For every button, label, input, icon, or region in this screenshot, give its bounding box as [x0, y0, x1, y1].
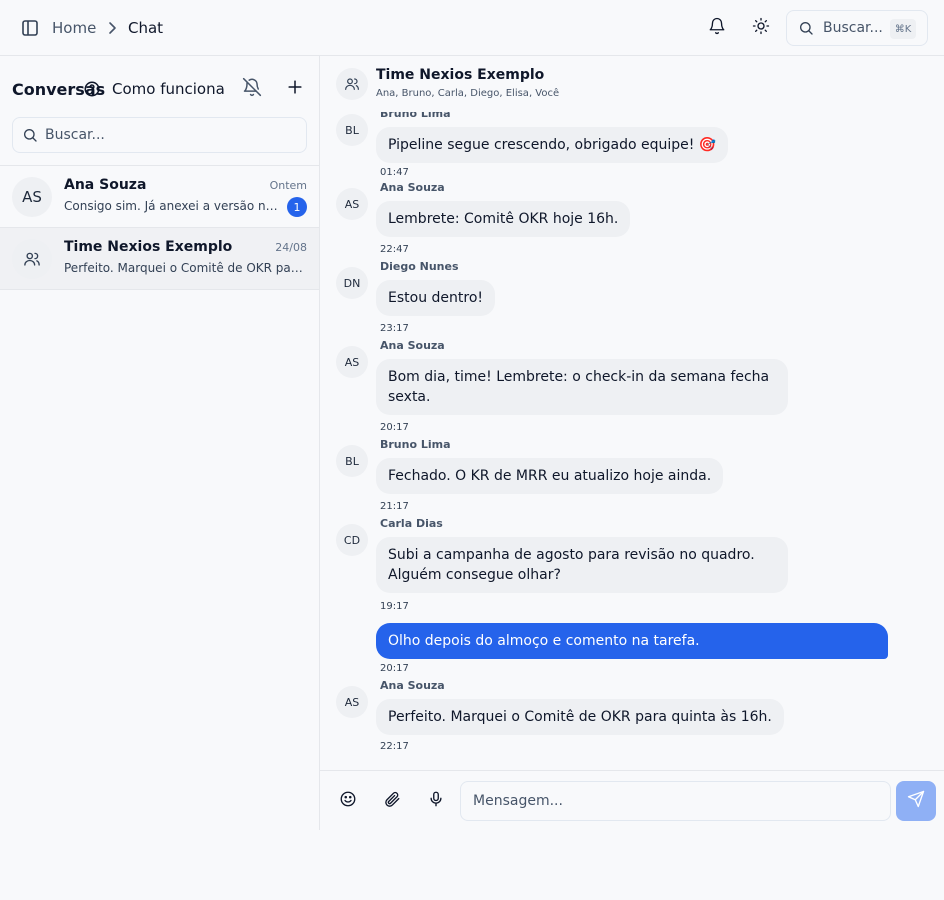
message-sender: Diego Nunes	[380, 260, 459, 273]
search-icon	[22, 127, 38, 147]
bell-off-icon[interactable]	[242, 77, 266, 101]
message-sender: Carla Dias	[380, 517, 443, 530]
message-sender: Ana Souza	[380, 181, 445, 194]
message-bubble: Pipeline segue crescendo, obrigado equip…	[376, 127, 729, 163]
conversation-preview: Consigo sim. Já anexei a versão nova no …	[64, 199, 278, 213]
chat-header: Time Nexios Exemplo Ana, Bruno, Carla, D…	[320, 56, 944, 112]
message-input[interactable]	[460, 781, 891, 821]
conversation-item[interactable]: AS Ana Souza Ontem Consigo sim. Já anexe…	[0, 166, 319, 228]
breadcrumb-home[interactable]: Home	[52, 19, 96, 37]
conversation-preview: Perfeito. Marquei o Comitê de OKR para q…	[64, 261, 304, 275]
unread-badge: 1	[287, 197, 307, 217]
sidebar-toggle-icon[interactable]	[20, 18, 40, 38]
message-sender: Bruno Lima	[380, 112, 451, 120]
conversation-time: Ontem	[269, 179, 307, 192]
conversations-sidebar: Conversas Como funciona AS Ana Souza Ont…	[0, 56, 320, 830]
voice-button[interactable]	[424, 789, 448, 813]
help-icon[interactable]	[83, 80, 101, 98]
message-time: 19:17	[380, 601, 409, 612]
attach-button[interactable]	[380, 789, 404, 813]
message-time: 23:17	[380, 323, 409, 334]
avatar: CD	[336, 524, 368, 556]
message-bubble: Fechado. O KR de MRR eu atualizo hoje ai…	[376, 458, 724, 494]
conversation-search	[12, 117, 307, 153]
send-button[interactable]	[896, 781, 936, 821]
global-search-button[interactable]: Buscar... ⌘K	[786, 10, 928, 46]
conversation-name: Ana Souza	[64, 177, 147, 193]
breadcrumb-current: Chat	[128, 19, 164, 37]
message-time: 22:17	[380, 741, 409, 752]
message-bubble: Perfeito. Marquei o Comitê de OKR para q…	[376, 699, 784, 735]
bell-icon	[708, 17, 726, 39]
message-time: 22:47	[380, 244, 409, 255]
sun-icon	[752, 17, 770, 39]
global-search-label: Buscar...	[823, 20, 883, 36]
avatar: BL	[336, 445, 368, 477]
top-bar: Home Chat Buscar... ⌘K	[0, 0, 944, 56]
emoji-button[interactable]	[336, 789, 360, 813]
conversation-time: 24/08	[275, 241, 307, 254]
avatar: AS	[12, 177, 52, 217]
group-name: Time Nexios Exemplo	[376, 67, 545, 83]
users-icon	[336, 68, 368, 100]
conversation-item[interactable]: Time Nexios Exemplo 24/08 Perfeito. Marq…	[0, 228, 319, 290]
plus-icon[interactable]	[285, 77, 309, 101]
send-icon	[907, 790, 925, 812]
avatar: BL	[336, 114, 368, 146]
users-icon	[12, 239, 52, 279]
avatar: AS	[336, 346, 368, 378]
mic-icon	[427, 790, 445, 812]
group-members: Ana, Bruno, Carla, Diego, Elisa, Você	[376, 88, 560, 99]
paperclip-icon	[383, 790, 401, 812]
theme-toggle-button[interactable]	[743, 10, 779, 46]
message-bubble: Estou dentro!	[376, 280, 496, 316]
message-composer	[320, 770, 944, 830]
message-time: 20:17	[380, 663, 409, 674]
avatar: AS	[336, 686, 368, 718]
smile-icon	[339, 790, 357, 812]
message-bubble: Subi a campanha de agosto para revisão n…	[376, 537, 788, 593]
conversation-name: Time Nexios Exemplo	[64, 239, 233, 255]
message-list[interactable]: BL Bruno Lima Pipeline segue crescendo, …	[320, 112, 944, 770]
avatar: DN	[336, 267, 368, 299]
message-bubble: Olho depois do almoço e comento na taref…	[376, 623, 888, 659]
how-it-works-link[interactable]: Como funciona	[112, 80, 225, 98]
chevron-right-icon	[104, 20, 120, 36]
notifications-button[interactable]	[699, 10, 735, 46]
shortcut-hint: ⌘K	[890, 19, 916, 39]
message-bubble: Lembrete: Comitê OKR hoje 16h.	[376, 201, 631, 237]
message-sender: Bruno Lima	[380, 438, 451, 451]
message-sender: Ana Souza	[380, 339, 445, 352]
avatar: AS	[336, 188, 368, 220]
message-time: 01:47	[380, 167, 409, 178]
message-time: 21:17	[380, 501, 409, 512]
message-sender: Ana Souza	[380, 679, 445, 692]
search-icon	[798, 20, 814, 40]
message-time: 20:17	[380, 422, 409, 433]
conversation-search-input[interactable]	[45, 118, 300, 152]
message-bubble: Bom dia, time! Lembrete: o check-in da s…	[376, 359, 788, 415]
